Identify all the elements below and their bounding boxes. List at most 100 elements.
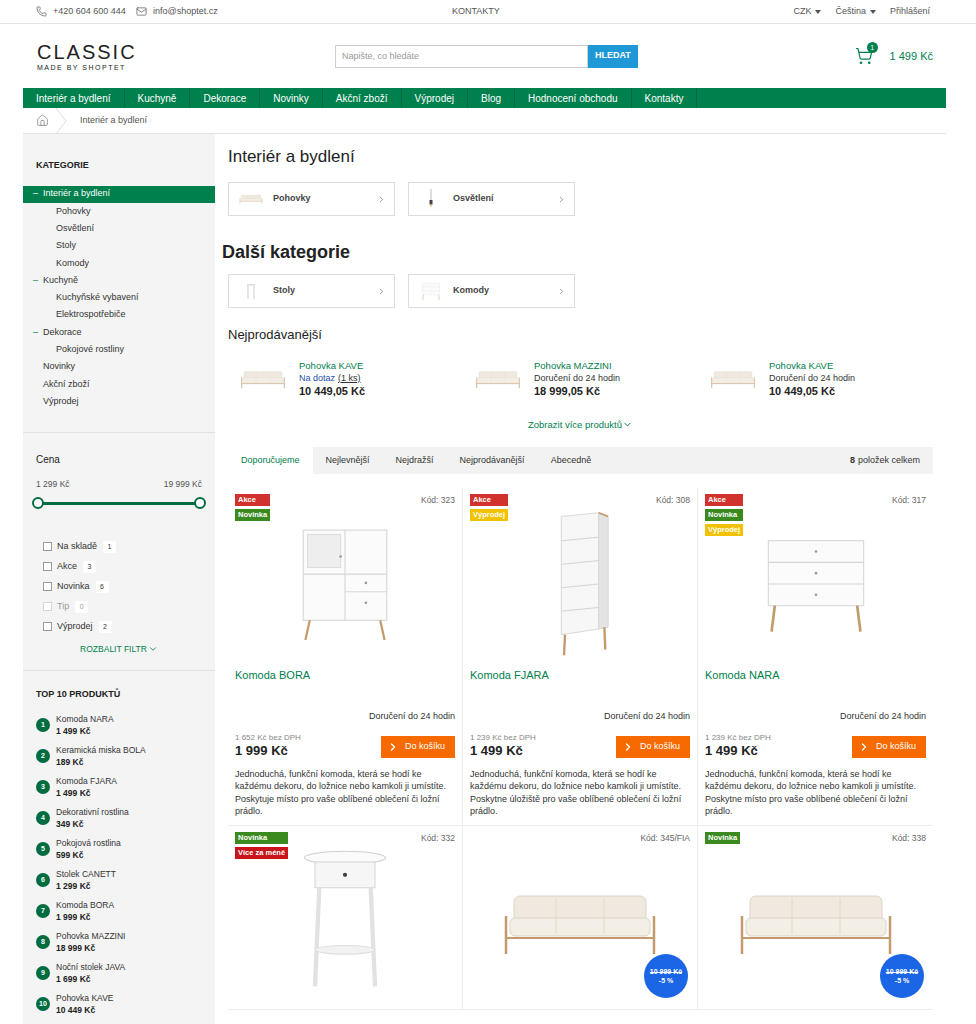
nav-item[interactable]: Výprodej <box>402 88 468 108</box>
nav-item[interactable]: Interiér a bydlení <box>23 88 125 108</box>
home-icon[interactable] <box>36 114 49 127</box>
add-to-cart-button[interactable]: Do košíku <box>616 736 690 758</box>
price-row: 1 652 Kč bez DPH1 999 Kč Do košíku <box>235 733 455 758</box>
category-box[interactable]: Pohovky <box>228 182 395 216</box>
search-button[interactable]: HLEDAT <box>588 45 638 68</box>
search-input[interactable] <box>335 45 588 68</box>
product-code: Kód: 317 <box>892 494 926 507</box>
category-item[interactable]: Osvětlení <box>23 220 215 237</box>
top-product[interactable]: 1Komoda NARA1 499 Kč <box>36 712 202 738</box>
product-flag: Novinka <box>235 832 288 844</box>
separator-icon <box>55 108 67 134</box>
chevron-right-icon <box>387 741 399 753</box>
nav-item[interactable]: Hodnocení obchodu <box>515 88 632 108</box>
category-item[interactable]: Elektrospotřebiče <box>23 307 215 324</box>
bestseller-item[interactable]: Pohovka KAVEDoručení do 24 hodin10 449,0… <box>698 360 933 398</box>
top-product[interactable]: 9Noční stolek JAVA1 699 Kč <box>36 960 202 986</box>
sort-tab[interactable]: Nejdražší <box>383 447 447 474</box>
product-card[interactable]: AkceNovinkaVýprodejKód: 317Komoda NARADo… <box>698 488 933 826</box>
filter-checkbox[interactable]: Akce3 <box>43 560 215 573</box>
nav-item[interactable]: Blog <box>468 88 515 108</box>
sort-tab[interactable]: Doporučujeme <box>228 447 313 474</box>
top-product[interactable]: 6Stolek CANETT1 299 Kč <box>36 867 202 893</box>
nav-item[interactable]: Kontakty <box>632 88 698 108</box>
show-more[interactable]: Zobrazit více produktů <box>228 418 933 432</box>
sort-tab[interactable]: Nejlevnější <box>313 447 383 474</box>
sort-tab[interactable]: Nejprodávanější <box>447 447 538 474</box>
product-card[interactable]: Kód: 345/FIA10 999 Kč-5 % <box>463 826 698 1010</box>
currency-select[interactable]: CZK <box>793 5 821 19</box>
product-image-area: AkceNovinkaKód: 323 <box>235 494 455 664</box>
product-name[interactable]: Komoda FJARA <box>470 667 690 684</box>
top-product[interactable]: 8Pohovka MAZZINI18 999 Kč <box>36 929 202 955</box>
category-box[interactable]: Komody <box>408 274 575 308</box>
product-name[interactable]: Komoda NARA <box>705 667 926 684</box>
bestseller-item[interactable]: Pohovka MAZZINIDoručení do 24 hodin18 99… <box>463 360 698 398</box>
top-product[interactable]: 4Dekorativní rostlina349 Kč <box>36 805 202 831</box>
login-link[interactable]: Přihlášení <box>890 5 930 19</box>
add-to-cart-button[interactable]: Do košíku <box>852 736 926 758</box>
phone[interactable]: +420 604 600 444 <box>36 5 136 19</box>
breadcrumb-item[interactable]: Interiér a bydlení <box>80 114 147 128</box>
nav-item[interactable]: Kuchyně <box>125 88 191 108</box>
product-name[interactable]: Komoda BORA <box>235 667 455 684</box>
category-item[interactable]: –Kuchyně <box>23 272 215 289</box>
expand-filter[interactable]: ROZBALIT FILTR <box>23 643 215 656</box>
main-nav: Interiér a bydleníKuchyněDekoraceNovinky… <box>23 88 946 108</box>
product-price: 1 999 Kč <box>235 743 301 758</box>
category-item[interactable]: Kuchyňské vybavení <box>23 289 215 306</box>
nav-item[interactable]: Dekorace <box>190 88 260 108</box>
top-product[interactable]: 2Keramická miska BOLA189 Kč <box>36 743 202 769</box>
category-box[interactable]: Osvětlení <box>408 182 575 216</box>
category-box[interactable]: Stoly <box>228 274 395 308</box>
category-item[interactable]: –Dekorace <box>23 324 215 341</box>
contacts-link[interactable]: KONTAKTY <box>452 5 500 19</box>
subcategories: Pohovky Osvětlení <box>228 182 933 216</box>
nav-item[interactable]: Akční zboží <box>323 88 402 108</box>
categories-title: KATEGORIE <box>23 134 215 173</box>
sort-tab[interactable]: Abecedně <box>538 447 605 474</box>
top-product[interactable]: 10Pohovka KAVE10 449 Kč <box>36 991 202 1017</box>
top-product[interactable]: 3Komoda FJARA1 499 Kč <box>36 774 202 800</box>
filter-checkbox[interactable]: Na skladě1 <box>43 540 215 553</box>
product-flag: Novinka <box>235 509 270 521</box>
chevron-down-icon <box>148 644 158 654</box>
top-product[interactable]: 7Komoda BORA1 999 Kč <box>36 898 202 924</box>
email[interactable]: info@shoptet.cz <box>136 5 286 19</box>
chevron-down-icon <box>622 419 633 430</box>
cart[interactable]: 11 499 Kč <box>855 47 933 65</box>
product-card[interactable]: AkceVýprodejKód: 308Komoda FJARADoručení… <box>463 488 698 826</box>
search: HLEDAT <box>335 45 638 68</box>
category-item[interactable]: Pokojové rostliny <box>23 341 215 358</box>
category-toggle[interactable]: – <box>33 326 43 340</box>
logo[interactable]: CLASSICMADE BY SHOPTET <box>37 41 335 72</box>
product-description: Jednoduchá, funkční komoda, která se hod… <box>235 768 455 818</box>
nav-item[interactable]: Novinky <box>260 88 323 108</box>
table-icon <box>239 281 263 301</box>
price-excl-vat: 1 652 Kč bez DPH <box>235 733 301 743</box>
price-slider[interactable] <box>38 497 200 509</box>
category-item[interactable]: Novinky <box>23 358 215 375</box>
category-item[interactable]: Komody <box>23 255 215 272</box>
body: KATEGORIE–Interiér a bydleníPohovkyOsvět… <box>23 134 946 1024</box>
product-price: 1 499 Kč <box>470 743 536 758</box>
slider-handle[interactable] <box>32 497 44 509</box>
category-item[interactable]: Akční zboží <box>23 376 215 393</box>
category-item[interactable]: Výprodej <box>23 393 215 410</box>
top-product[interactable]: 5Pokojová rostlina599 Kč <box>36 836 202 862</box>
slider-handle[interactable] <box>194 497 206 509</box>
product-card[interactable]: NovinkaVíce za méněKód: 332 <box>228 826 463 1010</box>
filter-checkbox[interactable]: Novinka6 <box>43 580 215 593</box>
category-item[interactable]: Stoly <box>23 237 215 254</box>
product-card[interactable]: AkceNovinkaKód: 323Komoda BORADoručení d… <box>228 488 463 826</box>
language-select[interactable]: Čeština <box>835 5 876 19</box>
product-card[interactable]: NovinkaKód: 33810 999 Kč-5 % <box>698 826 933 1010</box>
bestseller-item[interactable]: Pohovka KAVENa dotaz(1 ks)10 449,05 Kč <box>228 360 463 398</box>
category-item[interactable]: Pohovky <box>23 203 215 220</box>
tall-dresser-icon <box>525 509 635 659</box>
category-toggle[interactable]: – <box>33 274 43 288</box>
category-item[interactable]: –Interiér a bydlení <box>23 186 215 203</box>
add-to-cart-button[interactable]: Do košíku <box>381 736 455 758</box>
category-toggle[interactable]: – <box>33 187 43 201</box>
filter-checkbox[interactable]: Výprodej2 <box>43 620 215 633</box>
